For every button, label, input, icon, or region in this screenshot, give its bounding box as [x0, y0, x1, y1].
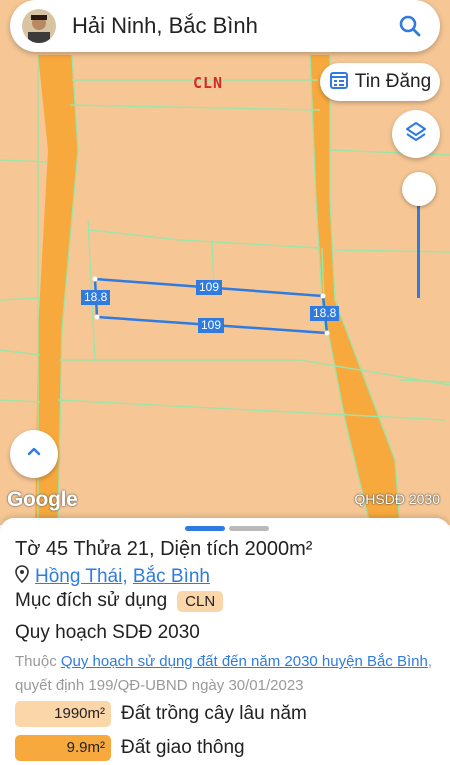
purpose-badge: CLN — [177, 590, 224, 612]
zone-label: CLN — [193, 74, 224, 92]
opacity-slider-thumb[interactable] — [402, 172, 436, 206]
map-view[interactable]: 109 109 18.8 18.8 CLN Hải Ninh, Bắc Bình… — [0, 0, 450, 525]
legend-row: 9.9m² Đất giao thông — [15, 735, 245, 761]
legend-label: Đất trồng cây lâu năm — [121, 703, 307, 724]
dimension-left: 18.8 — [81, 290, 111, 305]
search-input[interactable]: Hải Ninh, Bắc Bình — [72, 13, 392, 39]
google-logo: Google — [7, 488, 78, 511]
parcel-vertex — [324, 330, 330, 336]
dimension-top: 109 — [196, 280, 223, 295]
dimension-bottom: 109 — [198, 318, 225, 333]
page-indicator — [185, 526, 269, 531]
page-dot-active[interactable] — [185, 526, 225, 531]
desc-prefix: Thuộc — [15, 653, 61, 670]
parcel-vertex — [320, 293, 326, 299]
news-button-label: Tin Đăng — [354, 71, 432, 92]
parcel-vertex — [92, 276, 98, 282]
plan-link[interactable]: Quy hoạch sử dụng đất đến năm 2030 huyện… — [61, 653, 428, 670]
purpose-label: Mục đích sử dụng — [15, 590, 168, 611]
page-dot[interactable] — [229, 526, 269, 531]
legend-row: 1990m² Đất trồng cây lâu năm — [15, 701, 307, 727]
search-bar[interactable]: Hải Ninh, Bắc Bình — [10, 0, 440, 52]
location-separator: , — [122, 566, 128, 587]
dimension-right: 18.8 — [310, 306, 340, 321]
purpose-row: Mục đích sử dụng CLN — [15, 590, 224, 612]
plan-description: Thuộc Quy hoạch sử dụng đất đến năm 2030… — [15, 650, 435, 698]
legend-value-bar: 1990m² — [15, 701, 111, 727]
location-row: Hồng Thái, Bắc Bình — [15, 565, 210, 589]
plan-heading: Quy hoạch SDĐ 2030 — [15, 622, 200, 643]
news-button[interactable]: Tin Đăng — [320, 63, 440, 101]
layers-icon — [404, 120, 428, 149]
parcel-title: Tờ 45 Thửa 21, Diện tích 2000m² — [15, 538, 313, 560]
parcel-vertex — [94, 314, 100, 320]
opacity-slider-track[interactable] — [417, 190, 420, 298]
chevron-up-icon — [24, 442, 44, 467]
layers-button[interactable] — [392, 110, 440, 158]
legend-value-bar: 9.9m² — [15, 735, 111, 761]
location-pin-icon — [15, 565, 29, 589]
avatar[interactable] — [22, 9, 56, 43]
calendar-list-icon — [329, 70, 349, 95]
search-icon[interactable] — [392, 8, 428, 44]
location-link-district[interactable]: Bắc Bình — [133, 566, 210, 587]
location-link-commune[interactable]: Hồng Thái — [35, 566, 122, 587]
legend-label: Đất giao thông — [121, 737, 245, 758]
expand-button[interactable] — [10, 430, 58, 478]
map-attribution: QHSDĐ 2030 — [354, 491, 440, 507]
info-sheet: Tờ 45 Thửa 21, Diện tích 2000m² Hồng Thá… — [0, 518, 450, 765]
